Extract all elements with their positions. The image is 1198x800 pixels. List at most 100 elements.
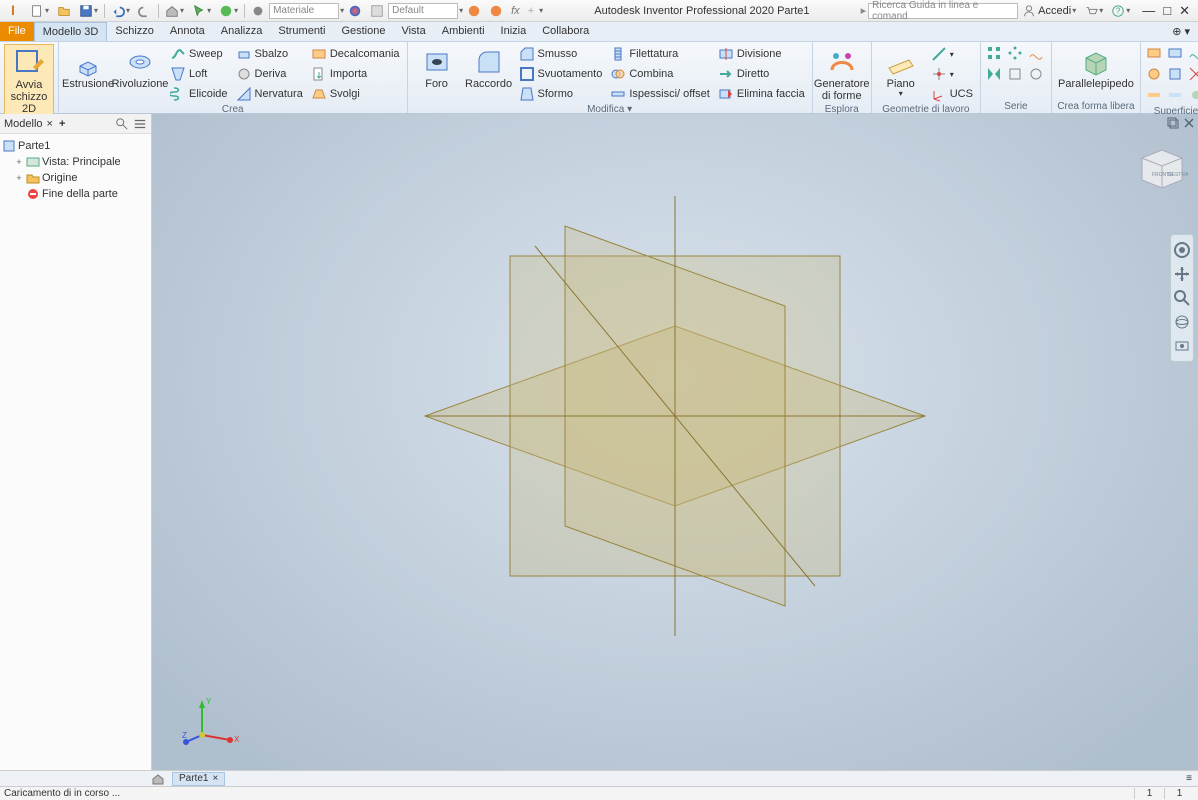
doc-tab-parte1[interactable]: Parte1 × — [172, 772, 225, 786]
browser-menu-icon[interactable] — [133, 117, 147, 131]
appearance-combo[interactable]: Default — [388, 3, 458, 19]
nav-lookat-icon[interactable] — [1173, 337, 1191, 355]
tab-vista[interactable]: Vista — [393, 22, 433, 41]
qat-ball3-icon[interactable] — [485, 1, 507, 21]
pattern5-icon[interactable] — [1006, 65, 1024, 83]
tab-modello-3d[interactable]: Modello 3D — [34, 22, 108, 41]
help-search-input[interactable]: Ricerca Guida in linea e comand — [868, 3, 1018, 19]
qat-new[interactable]: ▾ — [26, 1, 53, 21]
smusso-button[interactable]: Smusso — [516, 44, 606, 64]
nav-orbit-icon[interactable] — [1173, 313, 1191, 331]
surf2-icon[interactable] — [1166, 44, 1184, 62]
view-cube[interactable]: FRONTE DESTRA — [1132, 140, 1188, 196]
qat-open[interactable] — [53, 1, 75, 21]
surf1-icon[interactable] — [1145, 44, 1163, 62]
browser-search-icon[interactable] — [115, 117, 129, 131]
tree-origine[interactable]: + Origine — [2, 170, 149, 186]
surf7-icon[interactable] — [1145, 86, 1163, 104]
ispessisci-button[interactable]: Ispessisci/ offset — [607, 84, 713, 104]
axis-button[interactable]: ▾ — [928, 44, 976, 64]
qat-plus[interactable]: + — [524, 1, 538, 21]
signin-button[interactable]: Accedi▾ — [1018, 1, 1080, 21]
qat-save[interactable]: ▾ — [75, 1, 102, 21]
maximize-button[interactable]: □ — [1163, 3, 1171, 19]
nav-zoom-icon[interactable] — [1173, 289, 1191, 307]
nav-pan-icon[interactable] — [1173, 265, 1191, 283]
svuotamento-button[interactable]: Svuotamento — [516, 64, 606, 84]
surf8-icon[interactable] — [1166, 86, 1184, 104]
mirror-icon[interactable] — [985, 65, 1003, 83]
viewport-3d[interactable]: FRONTE DESTRA — [152, 114, 1198, 770]
qat-select[interactable]: ▾ — [188, 1, 215, 21]
tab-annota[interactable]: Annota — [162, 22, 213, 41]
viewport-restore-icon[interactable] — [1166, 116, 1180, 130]
tree-fine[interactable]: Fine della parte — [2, 186, 149, 202]
tab-strumenti[interactable]: Strumenti — [270, 22, 333, 41]
qat-ball-icon[interactable] — [247, 1, 269, 21]
doc-tab-close-icon[interactable]: × — [212, 773, 218, 784]
qat-home[interactable]: ▾ — [161, 1, 188, 21]
doc-tabs-menu-icon[interactable]: ≡ — [1180, 773, 1198, 784]
tree-vista[interactable]: + Vista: Principale — [2, 154, 149, 170]
elicoide-button[interactable]: Elicoide — [167, 84, 231, 104]
nervatura-button[interactable]: Nervatura — [233, 84, 306, 104]
browser-close-icon[interactable]: × — [47, 118, 53, 130]
divisione-button[interactable]: Divisione — [715, 44, 808, 64]
browser-add-icon[interactable]: + — [59, 118, 65, 130]
help-icon[interactable]: ?▾ — [1107, 1, 1134, 21]
tab-search-icon[interactable]: ⊕ ▾ — [1164, 22, 1198, 41]
elimina-faccia-button[interactable]: Elimina faccia — [715, 84, 808, 104]
importa-button[interactable]: Importa — [308, 64, 403, 84]
material-combo[interactable]: Materiale — [269, 3, 339, 19]
tab-schizzo[interactable]: Schizzo — [107, 22, 162, 41]
rivoluzione-button[interactable]: Rivoluzione — [115, 44, 165, 92]
foro-button[interactable]: Foro — [412, 44, 462, 92]
tab-inizia[interactable]: Inizia — [493, 22, 535, 41]
surf3-icon[interactable] — [1187, 44, 1198, 62]
tab-gestione[interactable]: Gestione — [333, 22, 393, 41]
loft-button[interactable]: Loft — [167, 64, 231, 84]
point-button[interactable]: ▾ — [928, 64, 976, 84]
close-button[interactable]: ✕ — [1179, 3, 1190, 19]
diretto-button[interactable]: Diretto — [715, 64, 808, 84]
deriva-button[interactable]: Deriva — [233, 64, 306, 84]
surf6-icon[interactable] — [1187, 65, 1198, 83]
pattern6-icon[interactable] — [1027, 65, 1045, 83]
doc-home-icon[interactable] — [152, 773, 172, 785]
cart-icon[interactable]: ▾ — [1080, 1, 1107, 21]
piano-button[interactable]: Piano▾ — [876, 44, 926, 101]
svolgi-button[interactable]: Svolgi — [308, 84, 403, 104]
nav-wheel-icon[interactable] — [1173, 241, 1191, 259]
qat-undo[interactable]: ▾ — [107, 1, 134, 21]
parallelepipedo-button[interactable]: Parallelepipedo — [1056, 44, 1136, 92]
qat-color[interactable]: ▾ — [215, 1, 242, 21]
decal-button[interactable]: Decalcomania — [308, 44, 403, 64]
pattern-sketch-icon[interactable] — [1027, 44, 1045, 62]
ucs-button[interactable]: UCS — [928, 84, 976, 104]
estrusione-button[interactable]: Estrusione — [63, 44, 113, 92]
qat-fx[interactable]: fx — [507, 1, 524, 21]
qat-ball2-icon[interactable] — [463, 1, 485, 21]
viewport-close-icon[interactable] — [1182, 116, 1196, 130]
surf4-icon[interactable] — [1145, 65, 1163, 83]
sweep-button[interactable]: Sweep — [167, 44, 231, 64]
filettatura-button[interactable]: Filettatura — [607, 44, 713, 64]
sbalzo-button[interactable]: Sbalzo — [233, 44, 306, 64]
surf5-icon[interactable] — [1166, 65, 1184, 83]
generatore-forme-button[interactable]: Generatoredi forme — [817, 44, 867, 104]
tab-ambienti[interactable]: Ambienti — [434, 22, 493, 41]
tree-root[interactable]: Parte1 — [2, 138, 149, 154]
qat-redo[interactable] — [134, 1, 156, 21]
raccordo-button[interactable]: Raccordo — [464, 44, 514, 92]
pattern-rect-icon[interactable] — [985, 44, 1003, 62]
surf9-icon[interactable] — [1187, 86, 1198, 104]
tab-file[interactable]: File — [0, 22, 34, 41]
avvia-schizzo-button[interactable]: Avviaschizzo 2D — [4, 44, 54, 118]
document-tabs: Parte1 × ≡ — [0, 770, 1198, 786]
pattern-circ-icon[interactable] — [1006, 44, 1024, 62]
sformo-button[interactable]: Sformo — [516, 84, 606, 104]
minimize-button[interactable]: — — [1142, 3, 1155, 19]
tab-analizza[interactable]: Analizza — [213, 22, 271, 41]
combina-button[interactable]: Combina — [607, 64, 713, 84]
tab-collabora[interactable]: Collabora — [534, 22, 597, 41]
